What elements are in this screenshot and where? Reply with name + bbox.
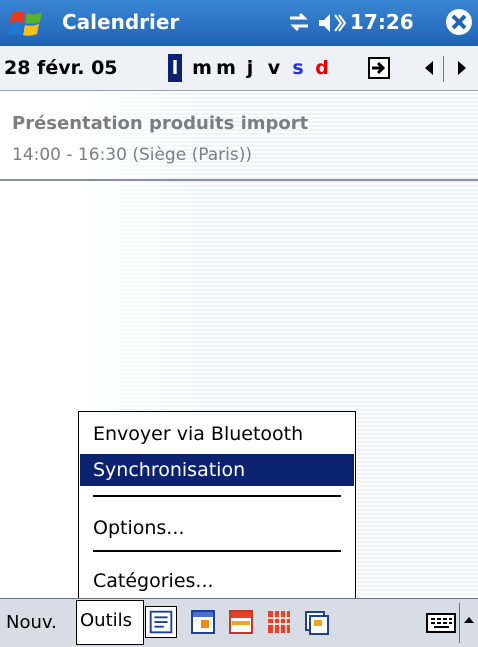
sync-icon[interactable] [286, 11, 312, 33]
title-bar: Calendrier 17:26 [0, 0, 478, 46]
appointment-item[interactable]: Présentation produits import 14:00 - 16:… [0, 91, 478, 181]
app-title: Calendrier [62, 10, 180, 34]
command-bar: Nouv. Outils [0, 598, 478, 647]
weekday-tuesday[interactable]: m [190, 54, 214, 82]
menu-item-synchronisation[interactable]: Synchronisation [80, 454, 354, 486]
menu-separator [93, 550, 341, 552]
date-navigation-bar: 28 févr. 05 l m m j v s d [0, 46, 478, 91]
windows-flag-icon[interactable] [9, 6, 45, 40]
day-view-icon[interactable] [187, 606, 219, 638]
appointment-detail: 14:00 - 16:30 (Siège (Paris)) [12, 145, 252, 165]
menu-item-send-bluetooth[interactable]: Envoyer via Bluetooth [80, 418, 354, 450]
next-day-icon[interactable] [452, 57, 472, 79]
weekday-thursday[interactable]: j [238, 54, 262, 82]
current-date[interactable]: 28 févr. 05 [4, 57, 118, 79]
go-to-today-icon[interactable] [367, 56, 391, 80]
weekday-wednesday[interactable]: m [214, 54, 238, 82]
menu-item-categories[interactable]: Catégories... [80, 565, 354, 597]
tools-button[interactable]: Outils [76, 600, 144, 645]
menu-separator [93, 495, 341, 497]
tools-menu: Envoyer via Bluetooth Synchronisation Op… [78, 411, 356, 599]
year-view-icon[interactable] [300, 606, 332, 638]
appointment-title: Présentation produits import [12, 113, 309, 134]
weekday-monday[interactable]: l [168, 54, 182, 82]
agenda-view-icon[interactable] [145, 606, 177, 638]
new-button[interactable]: Nouv. [6, 607, 57, 639]
chevron-up-icon[interactable] [462, 613, 476, 627]
month-view-icon[interactable] [263, 606, 295, 638]
speaker-icon[interactable] [317, 11, 347, 35]
previous-day-icon[interactable] [419, 57, 439, 79]
weekday-saturday[interactable]: s [286, 54, 310, 82]
menu-item-options[interactable]: Options... [80, 512, 354, 544]
week-view-icon[interactable] [225, 606, 257, 638]
keyboard-icon[interactable] [425, 608, 457, 638]
weekday-friday[interactable]: v [262, 54, 286, 82]
sip-divider [459, 603, 460, 643]
nav-divider [443, 56, 444, 82]
clock[interactable]: 17:26 [350, 10, 414, 34]
weekday-selector: l m m j v s d [168, 54, 334, 82]
weekday-sunday[interactable]: d [310, 54, 334, 82]
close-icon[interactable] [444, 7, 474, 37]
